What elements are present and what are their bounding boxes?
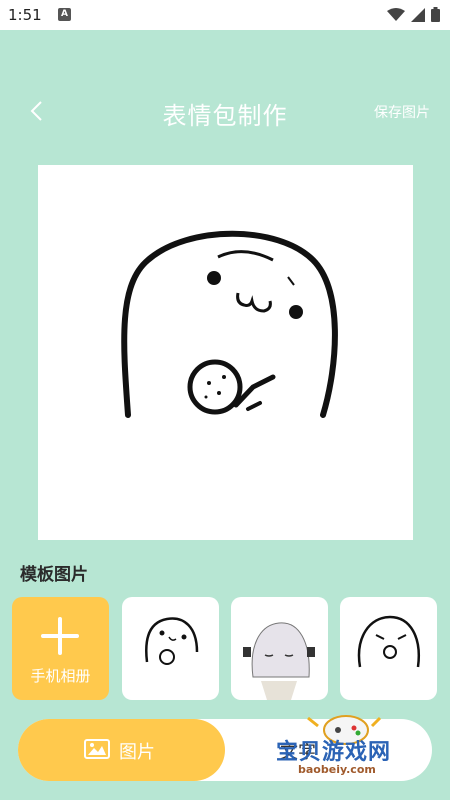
template-image (357, 615, 421, 668)
app-header: 表情包制作 保存图片 (0, 90, 450, 134)
status-icons (387, 7, 440, 22)
template-image (243, 622, 315, 700)
template-item[interactable] (122, 597, 219, 700)
wifi-icon (387, 7, 405, 21)
templates-section-title: 模板图片 (20, 565, 88, 585)
watermark-url: baobeiy.com (298, 763, 376, 776)
plus-icon (41, 617, 79, 655)
sticker-character-image (121, 230, 338, 418)
album-picker-button[interactable]: 手机相册 (12, 597, 109, 700)
album-picker-label: 手机相册 (30, 667, 91, 685)
watermark-text: 宝贝游戏网 (276, 740, 392, 765)
sticker-canvas[interactable] (38, 165, 413, 540)
template-list: 手机相册 (12, 597, 442, 700)
template-item[interactable] (231, 597, 328, 700)
template-image (145, 617, 199, 665)
tab-image-label: 图片 (119, 742, 155, 763)
status-time: 1:51 (8, 6, 42, 24)
tab-image[interactable]: 图片 (18, 719, 225, 781)
status-bar: 1:51 A (0, 0, 450, 30)
notification-icon: A (58, 8, 71, 21)
image-icon (84, 739, 110, 759)
template-item[interactable] (340, 597, 437, 700)
site-watermark: 宝贝游戏网 baobeiy.com (268, 700, 438, 790)
battery-icon (431, 7, 440, 22)
save-image-button[interactable]: 保存图片 (374, 102, 430, 122)
signal-icon (411, 7, 425, 22)
